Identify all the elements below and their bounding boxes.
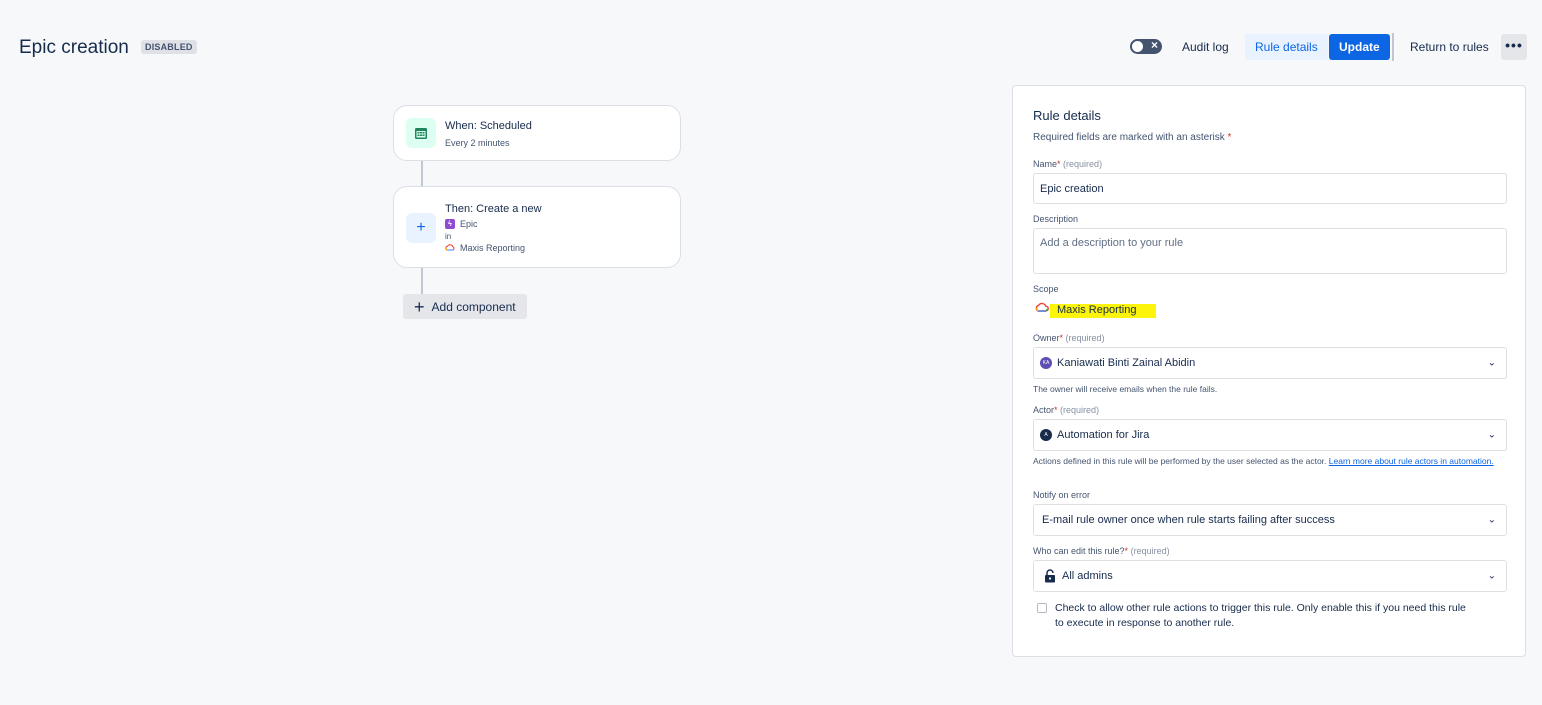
- notify-select[interactable]: E-mail rule owner once when rule starts …: [1033, 504, 1507, 536]
- actor-help: Actions defined in this rule will be per…: [1033, 455, 1507, 468]
- chevron-down-icon: ⌄: [1487, 570, 1496, 582]
- add-component-button[interactable]: + Add component: [403, 294, 527, 319]
- rule-enable-toggle[interactable]: ×: [1130, 38, 1162, 54]
- epic-icon: ϟ: [445, 219, 455, 229]
- who-can-edit-select[interactable]: All admins ⌄: [1033, 560, 1507, 592]
- chevron-down-icon: ⌄: [1487, 429, 1496, 441]
- cloud-project-icon: [1035, 302, 1049, 312]
- description-placeholder: Add a description to your rule: [1040, 237, 1184, 249]
- update-button[interactable]: Update: [1329, 34, 1390, 60]
- required-star: *: [1124, 546, 1129, 556]
- required-note: Required fields are marked with an aster…: [1033, 132, 1231, 143]
- required-hint: (required): [1065, 333, 1105, 343]
- allow-trigger-checkbox[interactable]: [1037, 603, 1047, 613]
- allow-trigger-line1: Check to allow other rule actions to tri…: [1055, 602, 1466, 614]
- owner-select[interactable]: KA Kaniawati Binti Zainal Abidin ⌄: [1033, 347, 1507, 379]
- cloud-project-icon: [445, 244, 455, 251]
- flow-connector: [421, 161, 423, 186]
- more-actions-button[interactable]: •••: [1501, 34, 1527, 60]
- project-row: Maxis Reporting: [445, 243, 525, 253]
- plus-icon: +: [406, 213, 436, 243]
- chevron-down-icon: ⌄: [1487, 514, 1496, 526]
- flow-connector: [421, 268, 423, 294]
- project-label: Maxis Reporting: [460, 243, 526, 253]
- required-hint: (required): [1060, 405, 1100, 415]
- who-can-edit-label: Who can edit this rule?* (required): [1033, 546, 1170, 556]
- page-title: Epic creation: [19, 37, 129, 58]
- trigger-title: When: Scheduled: [445, 120, 532, 132]
- who-can-edit-value: All admins: [1062, 570, 1113, 582]
- trigger-subtitle: Every 2 minutes: [445, 138, 510, 148]
- required-hint: (required): [1130, 546, 1170, 556]
- rule-details-panel: Rule details Required fields are marked …: [1012, 85, 1526, 657]
- actor-label: Actor* (required): [1033, 405, 1099, 415]
- actor-label-text: Actor: [1033, 405, 1055, 415]
- required-hint: (required): [1063, 159, 1103, 169]
- required-star: *: [1227, 132, 1232, 143]
- name-label-text: Name: [1033, 159, 1058, 169]
- more-icon: •••: [1505, 37, 1523, 53]
- audit-log-button[interactable]: Audit log: [1172, 34, 1239, 60]
- required-star: *: [1057, 159, 1061, 169]
- issue-type-row: ϟ Epic: [445, 219, 478, 229]
- required-star: *: [1059, 333, 1064, 343]
- avatar: KA: [1040, 357, 1052, 369]
- learn-more-link[interactable]: Learn more about rule actors in automati…: [1329, 456, 1494, 466]
- calendar-icon: [406, 118, 436, 148]
- who-can-edit-label-text: Who can edit this rule?: [1033, 546, 1125, 556]
- in-label: in: [445, 232, 452, 241]
- unlock-icon: [1045, 569, 1055, 583]
- actor-value: Automation for Jira: [1057, 429, 1150, 441]
- owner-label-text: Owner: [1033, 333, 1060, 343]
- automation-avatar-icon: A: [1040, 429, 1052, 441]
- action-title: Then: Create a new: [445, 203, 542, 215]
- notify-label: Notify on error: [1033, 490, 1091, 500]
- panel-heading: Rule details: [1033, 108, 1101, 123]
- name-label: Name* (required): [1033, 159, 1102, 169]
- owner-label: Owner* (required): [1033, 333, 1105, 343]
- action-card[interactable]: + Then: Create a new ϟ Epic in Maxis Rep…: [393, 186, 681, 268]
- name-value: Epic creation: [1040, 182, 1104, 195]
- description-label: Description: [1033, 214, 1079, 224]
- required-star: *: [1054, 405, 1058, 415]
- chevron-down-icon: ⌄: [1487, 357, 1496, 369]
- required-note-text: Required fields are marked with an aster…: [1033, 132, 1225, 143]
- close-icon: ×: [1150, 38, 1158, 52]
- status-badge: DISABLED: [141, 40, 197, 54]
- actor-help-text: Actions defined in this rule will be per…: [1033, 456, 1327, 466]
- owner-value: Kaniawati Binti Zainal Abidin: [1057, 357, 1196, 369]
- description-field[interactable]: Add a description to your rule: [1033, 228, 1507, 274]
- allow-trigger-line2: to execute in response to another rule.: [1055, 617, 1235, 629]
- actor-select[interactable]: A Automation for Jira ⌄: [1033, 419, 1507, 451]
- issue-type-label: Epic: [460, 219, 478, 229]
- notify-value: E-mail rule owner once when rule starts …: [1042, 514, 1335, 526]
- name-field[interactable]: Epic creation: [1033, 173, 1507, 204]
- return-to-rules-button[interactable]: Return to rules: [1400, 34, 1499, 60]
- toggle-knob: [1132, 41, 1143, 52]
- allow-trigger-label: Check to allow other rule actions to tri…: [1055, 601, 1515, 631]
- header-divider: [1392, 33, 1394, 61]
- owner-help: The owner will receive emails when the r…: [1033, 384, 1218, 394]
- rule-details-button[interactable]: Rule details: [1245, 34, 1328, 60]
- trigger-card[interactable]: When: Scheduled Every 2 minutes: [393, 105, 681, 161]
- add-component-label: Add component: [431, 299, 516, 314]
- plus-icon: +: [414, 296, 425, 317]
- scope-value: Maxis Reporting: [1057, 304, 1137, 316]
- scope-label: Scope: [1033, 284, 1059, 294]
